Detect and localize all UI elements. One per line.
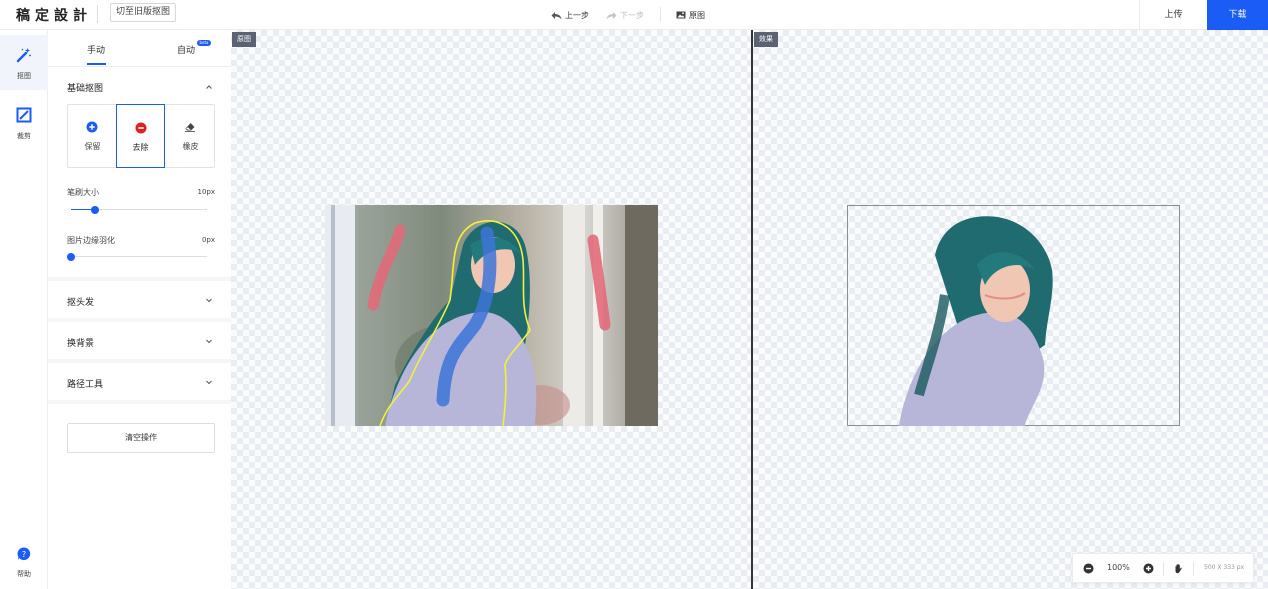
redo-button[interactable]: 下一步 — [606, 0, 644, 30]
image-dimensions: 500 X 333 px — [1204, 564, 1245, 571]
redo-label: 下一步 — [620, 10, 644, 20]
chevron-down-icon[interactable] — [204, 295, 214, 305]
chevron-down-icon[interactable] — [204, 336, 214, 346]
brush-size-label: 笔刷大小 — [67, 188, 99, 197]
result-photo — [847, 205, 1180, 426]
original-photo — [325, 205, 658, 426]
basic-cutout-header[interactable]: 基础抠图 — [67, 81, 103, 94]
switch-old-version-button[interactable]: 切至旧版抠图 — [110, 3, 177, 22]
download-button[interactable]: 下载 — [1207, 0, 1268, 30]
original-canvas-tag: 原图 — [232, 32, 256, 47]
brush-size-handle[interactable] — [91, 205, 100, 214]
minus-circle-icon — [135, 122, 147, 134]
section-divider — [48, 318, 231, 322]
feather-label: 图片边缘羽化 — [67, 236, 115, 245]
original-canvas[interactable]: 原图 — [231, 30, 751, 589]
remove-tool-button[interactable]: 去除 — [116, 104, 165, 168]
chevron-up-icon[interactable] — [204, 82, 214, 92]
undo-icon — [551, 11, 562, 19]
original-image-button[interactable]: 原图 — [676, 0, 705, 30]
history-divider — [660, 7, 661, 22]
top-bar: 稿定設計 切至旧版抠图 上一步 下一步 原图 上传 下载 — [0, 0, 1268, 30]
brush-size-slider[interactable] — [71, 205, 207, 214]
feather-handle[interactable] — [67, 252, 75, 261]
eraser-tool-label: 橡皮 — [182, 142, 199, 151]
zoom-toolbar: 100% 500 X 333 px — [1072, 553, 1254, 583]
chevron-down-icon[interactable] — [204, 377, 214, 387]
original-image-label: 原图 — [689, 10, 705, 20]
zoom-divider — [1193, 562, 1194, 576]
rail-item-cutout[interactable]: 抠图 — [0, 35, 48, 90]
feather-slider[interactable] — [67, 252, 207, 261]
tab-auto[interactable]: 自动 — [177, 43, 195, 56]
zoom-out-icon[interactable] — [1083, 563, 1094, 574]
rail-item-help[interactable]: ? 帮助 — [0, 535, 48, 589]
cutout-panel: 手动 自动 beta 基础抠图 保留 去除 橡皮 笔刷大小 10px 图片边缘羽… — [48, 30, 231, 589]
section-path-tool[interactable]: 路径工具 — [67, 377, 103, 390]
crop-icon — [16, 107, 32, 123]
mode-tabs: 手动 自动 beta — [48, 30, 231, 67]
undo-label: 上一步 — [565, 10, 589, 20]
rail-label-cutout: 抠图 — [17, 72, 31, 80]
image-icon — [676, 11, 686, 19]
help-icon: ? — [17, 547, 31, 561]
app: 稿定設計 切至旧版抠图 上一步 下一步 原图 上传 下载 抠图 裁剪 ? 帮助 … — [0, 0, 1268, 589]
plus-circle-icon — [86, 121, 98, 133]
rail-label-help: 帮助 — [17, 570, 31, 578]
svg-text:?: ? — [22, 550, 26, 559]
remove-tool-label: 去除 — [132, 143, 149, 152]
zoom-level: 100% — [1107, 563, 1130, 572]
eraser-tool-button[interactable]: 橡皮 — [166, 105, 215, 167]
section-background[interactable]: 换背景 — [67, 336, 94, 349]
zoom-divider — [1163, 562, 1164, 576]
logo[interactable]: 稿定設計 — [16, 5, 92, 25]
section-divider — [48, 359, 231, 363]
section-divider — [48, 400, 231, 404]
tool-rail: 抠图 裁剪 ? 帮助 — [0, 30, 48, 589]
keep-tool-label: 保留 — [84, 142, 101, 151]
brush-size-value: 10px — [197, 188, 216, 196]
undo-button[interactable]: 上一步 — [551, 0, 589, 30]
tab-active-indicator — [87, 63, 106, 65]
clear-operations-button[interactable]: 清空操作 — [67, 423, 215, 453]
result-canvas[interactable]: 效果 — [753, 30, 1268, 589]
hand-icon[interactable] — [1173, 563, 1184, 574]
eraser-icon — [185, 123, 195, 132]
brush-tool-group: 保留 去除 橡皮 — [67, 104, 215, 168]
feather-value: 0px — [201, 236, 215, 244]
section-divider — [48, 277, 231, 281]
upload-button[interactable]: 上传 — [1139, 0, 1207, 30]
beta-badge: beta — [197, 40, 211, 46]
rail-item-crop[interactable]: 裁剪 — [0, 95, 48, 150]
rail-label-crop: 裁剪 — [17, 132, 31, 140]
zoom-in-icon[interactable] — [1143, 563, 1154, 574]
magic-wand-icon — [16, 48, 31, 63]
result-canvas-tag: 效果 — [754, 32, 778, 47]
redo-icon — [606, 11, 617, 19]
keep-tool-button[interactable]: 保留 — [68, 105, 117, 167]
logo-divider — [97, 5, 98, 23]
tab-manual[interactable]: 手动 — [87, 43, 105, 56]
section-hair[interactable]: 抠头发 — [67, 295, 94, 308]
